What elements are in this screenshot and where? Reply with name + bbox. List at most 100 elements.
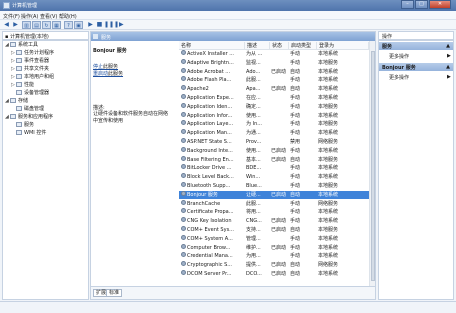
help-icon[interactable]: ? [64,21,73,29]
tree-root[interactable]: ▪ 计算机管理(本地) [2,31,89,40]
table-row[interactable]: Certificate Propa... 将用... 手动 本地系统 [179,208,369,216]
column-header-name[interactable]: 名称 [179,42,245,49]
services-table: 名称 描述 状态 启动类型 登录为 ActiveX Installer ... 为… [179,41,369,286]
menu-action[interactable]: 操作(A) [21,13,38,20]
table-row[interactable]: ActiveX Installer ... 为从 ... 手动 本地系统 [179,50,369,58]
cell-description-text: 确定... [246,103,261,110]
table-row[interactable]: Application Man... 为通... 手动 本地系统 [179,129,369,137]
cell-startup-type: 手动 [290,252,317,260]
table-row[interactable]: Background Inte... 使用... 已启动 手动 本地系统 [179,146,369,155]
table-row[interactable]: Application Infor... 使用... 手动 本地系统 [179,111,369,120]
more-actions-services[interactable]: 更多操作 ▶ [389,53,451,60]
pause-service-icon[interactable]: ❚❚ [104,21,114,29]
tree-item-shared-folders[interactable]: ▷ 共享文件夹 [11,66,49,73]
close-button[interactable]: ✕ [429,0,451,9]
scrollbar-thumb[interactable] [371,51,375,281]
minimize-button[interactable]: – [401,0,414,9]
table-row[interactable]: Application Iden... 确定... 手动 本地服务 [179,102,369,111]
tree-item-wmi-control[interactable]: WMI 控件 [11,130,46,137]
tree-item-local-users[interactable]: ▷ 本地用户和组 [11,74,54,81]
table-row[interactable]: COM+ System A... 管理... 手动 本地系统 [179,234,369,243]
table-row[interactable]: ASP.NET State S... Prov... 禁用 网络服务 [179,138,369,146]
export-list-icon[interactable]: ▦ [52,21,61,29]
cell-name: Adobe Flash Pla... [181,76,245,84]
start-service-icon[interactable]: ▶ [86,21,95,29]
table-row[interactable]: Bluetooth Supp... Blue... 手动 本地服务 [179,182,369,190]
cell-status: 已启动 [271,244,289,252]
column-header-description[interactable]: 描述 [245,42,270,49]
cell-startup-type: 自动 [290,226,317,234]
actions-group-bonjour[interactable]: Bonjour 服务 ▲ [379,63,453,71]
table-row[interactable]: Application Laye... 为 In... 手动 本地服务 [179,120,369,128]
table-row[interactable]: BitLocker Drive ... BDE... 手动 本地系统 [179,164,369,172]
tree-item-storage[interactable]: ◢ 存储 [5,98,28,105]
cell-status: 已启动 [271,226,289,234]
maximize-button[interactable]: □ [415,0,428,9]
column-header-logon-as[interactable]: 登录为 [317,42,369,49]
tree-item-task-scheduler[interactable]: ▷ 任务计划程序 [11,50,54,57]
tree-item-event-viewer[interactable]: ▷ 事件查看器 [11,58,49,65]
cell-name-text: Certificate Propa... [187,209,234,216]
task-scheduler-icon [16,50,22,55]
table-row[interactable]: COM+ Event Sys... 支持... 已启动 自动 本地服务 [179,226,369,234]
tools-icon [10,42,16,47]
table-row[interactable]: Computer Brow... 维护... 已启动 手动 本地系统 [179,243,369,252]
table-row[interactable]: Adobe Acrobat ... Ado... 已启动 自动 本地系统 [179,67,369,76]
menu-help[interactable]: 帮助(H) [59,13,77,20]
cell-startup-type-text: 自动 [290,191,301,198]
tree-item-device-manager[interactable]: 设备管理器 [11,90,49,97]
table-row[interactable]: Cryptographic S... 提供... 已启动 自动 网络服务 [179,261,369,269]
cell-logon-as: 本地系统 [318,147,368,155]
cell-name-text: Cryptographic S... [187,262,233,269]
cell-name: BranchCache [181,199,245,208]
column-header-status[interactable]: 状态 [270,42,289,49]
cell-name-text: COM+ Event Sys... [187,227,234,233]
table-row[interactable]: DCOM Server Pr... DCO... 已启动 自动 本地系统 [179,270,369,278]
table-row[interactable]: Block Level Back... Win... 手动 本地系统 [179,173,369,181]
service-gear-icon [181,50,186,55]
toolbar: ◀ ▶ ▥ ▤ ↻ ▦ ? ▣ ▶ ■ ❚❚ ❚▶ [0,20,456,30]
table-row[interactable]: CNG Key Isolation CNG... 已启动 手动 本地系统 [179,217,369,225]
show-hide-tree-icon[interactable]: ▤ [32,21,41,29]
table-row[interactable]: Application Expe... 在应... 手动 本地系统 [179,94,369,102]
table-row[interactable]: Adaptive Brightn... 监视... 手动 本地服务 [179,58,369,67]
stop-service-icon[interactable]: ■ [95,21,104,29]
service-gear-icon [181,146,186,152]
cell-description-text: 为用... [246,253,261,260]
table-row[interactable]: Apache2 Apa... 已启动 自动 本地系统 [179,85,369,93]
table-row[interactable]: BranchCache 此服... 手动 网络服务 [179,199,369,208]
restart-service-icon[interactable]: ❚▶ [114,21,124,29]
tree-item-services[interactable]: 服务 [11,122,34,129]
up-level-icon[interactable]: ▥ [22,21,31,29]
column-header-startup-type[interactable]: 启动类型 [289,42,317,49]
cell-name: Base Filtering En... [181,155,245,164]
table-scrollbar[interactable] [369,41,375,286]
forward-icon[interactable]: ▶ [11,21,20,29]
table-row[interactable]: Adobe Flash Pla... 此服... 手动 本地系统 [179,76,369,84]
tree-item-services-and-apps[interactable]: ◢ 服务和应用程序 [5,114,53,121]
table-row[interactable]: Bonjour 服务 让硬... 已启动 自动 本地系统 [179,190,369,199]
actions-header: 操作 [378,31,454,40]
table-row[interactable]: Credential Mana... 为用... 手动 本地系统 [179,252,369,260]
tree-item-performance[interactable]: ▷ 性能 [11,82,34,89]
menu-view[interactable]: 查看(V) [40,13,57,20]
cell-description: 此服... [246,76,270,84]
cell-status-text: 已启动 [271,191,287,198]
actions-group-services[interactable]: 服务 ▲ [379,42,453,50]
menu-file[interactable]: 文件(F) [3,13,20,20]
restart-service-link[interactable]: 重启动 [93,71,108,77]
title-bar: 计算机管理 – □ ✕ [0,0,456,11]
device-manager-icon [16,90,22,95]
back-icon[interactable]: ◀ [2,21,11,29]
cell-startup-type-text: 自动 [290,68,301,75]
tab-standard[interactable]: 标准 [106,289,123,297]
refresh-icon[interactable]: ↻ [42,21,51,29]
tree-item-disk-management[interactable]: 磁盘管理 [11,106,44,113]
tree-item-system-tools[interactable]: ◢ 系统工具 [5,42,38,49]
cell-name-text: Block Level Back... [187,174,234,181]
table-row[interactable]: Base Filtering En... 基本... 已启动 自动 本地服务 [179,155,369,164]
cell-startup-type: 手动 [290,182,317,190]
more-actions-bonjour[interactable]: 更多操作 ▶ [389,74,451,81]
properties-icon[interactable]: ▣ [74,21,83,29]
cell-description: 基本... [246,156,270,164]
